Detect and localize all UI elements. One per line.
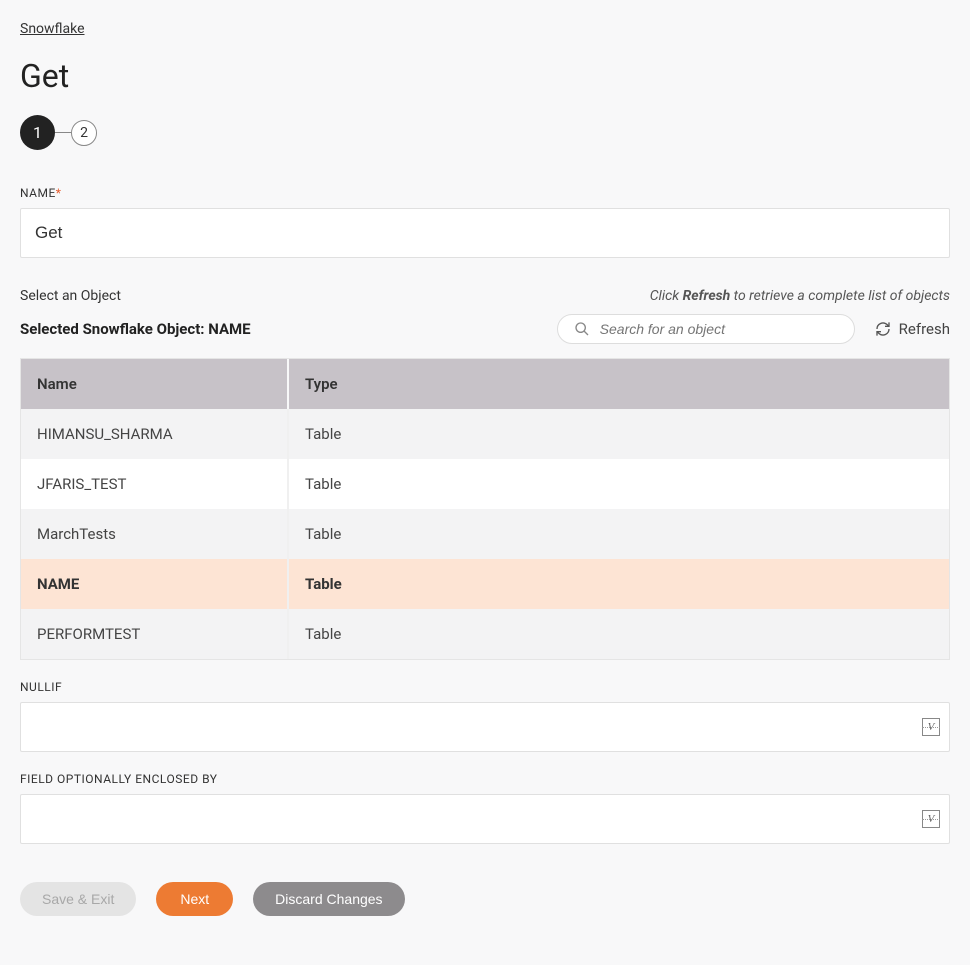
col-header-type: Type (288, 359, 949, 409)
cell-name: JFARIS_TEST (21, 459, 288, 509)
breadcrumb-snowflake[interactable]: Snowflake (20, 21, 85, 37)
cell-name: MarchTests (21, 509, 288, 559)
search-input[interactable] (600, 321, 838, 337)
refresh-hint: Click Refresh to retrieve a complete lis… (650, 288, 950, 304)
table-row[interactable]: MarchTestsTable (21, 509, 949, 559)
col-header-name: Name (21, 359, 288, 409)
table-row[interactable]: PERFORMTESTTable (21, 609, 949, 659)
cell-type: Table (288, 559, 949, 609)
nullif-input[interactable] (20, 702, 950, 752)
name-label-text: NAME (20, 186, 56, 200)
enclosed-input[interactable] (20, 794, 950, 844)
required-asterisk: * (56, 186, 62, 200)
hint-bold: Refresh (683, 288, 731, 304)
enclosed-label: FIELD OPTIONALLY ENCLOSED BY (20, 772, 950, 786)
variable-icon[interactable]: V (922, 718, 940, 736)
selected-prefix: Selected Snowflake Object: (20, 320, 208, 338)
step-2[interactable]: 2 (71, 120, 97, 146)
cell-name: NAME (21, 559, 288, 609)
cell-name: HIMANSU_SHARMA (21, 409, 288, 459)
cell-type: Table (288, 459, 949, 509)
cell-type: Table (288, 509, 949, 559)
step-1[interactable]: 1 (20, 115, 55, 150)
next-button[interactable]: Next (156, 882, 233, 916)
table-row[interactable]: NAMETable (21, 559, 949, 609)
select-object-label: Select an Object (20, 288, 121, 304)
name-input[interactable] (20, 208, 950, 258)
refresh-label: Refresh (899, 320, 950, 338)
hint-prefix: Click (650, 288, 683, 304)
save-exit-button: Save & Exit (20, 882, 136, 916)
refresh-button[interactable]: Refresh (875, 320, 950, 338)
cell-type: Table (288, 409, 949, 459)
page-title: Get (20, 57, 950, 95)
step-indicator: 1 2 (20, 115, 950, 150)
cell-type: Table (288, 609, 949, 659)
cell-name: PERFORMTEST (21, 609, 288, 659)
table-row[interactable]: JFARIS_TESTTable (21, 459, 949, 509)
search-container (557, 314, 855, 344)
table-row[interactable]: HIMANSU_SHARMATable (21, 409, 949, 459)
refresh-icon (875, 321, 891, 337)
discard-button[interactable]: Discard Changes (253, 882, 404, 916)
selected-value: NAME (208, 320, 250, 338)
nullif-label: NULLIF (20, 680, 950, 694)
step-connector (55, 132, 71, 133)
object-table: Name Type HIMANSU_SHARMATableJFARIS_TEST… (20, 358, 950, 660)
hint-suffix: to retrieve a complete list of objects (730, 288, 950, 304)
selected-object: Selected Snowflake Object: NAME (20, 320, 251, 338)
variable-icon[interactable]: V (922, 810, 940, 828)
search-icon (574, 321, 590, 337)
name-label: NAME* (20, 186, 950, 200)
